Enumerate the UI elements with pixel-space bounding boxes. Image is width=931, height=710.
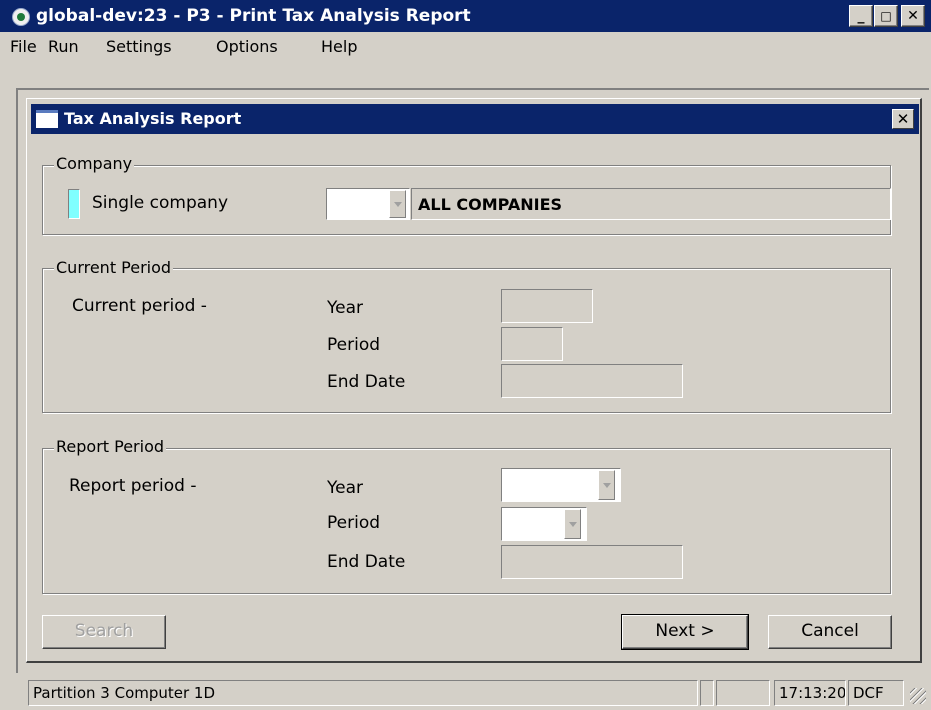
minimize-button[interactable]: _ <box>849 5 873 27</box>
status-panel-empty-2 <box>716 680 770 706</box>
menu-options[interactable]: Options <box>216 37 278 56</box>
report-end-date-label: End Date <box>327 552 406 572</box>
menu-run[interactable]: Run <box>48 37 79 56</box>
report-period-label: Report period - <box>69 476 197 496</box>
status-extra: DCF <box>848 680 904 706</box>
dialog-title: Tax Analysis Report <box>64 109 242 128</box>
maximize-button[interactable]: □ <box>874 5 898 27</box>
report-end-date-field <box>501 545 683 579</box>
status-panel-empty-1 <box>700 680 714 706</box>
current-period-field-label: Period <box>327 335 381 355</box>
report-period-combo[interactable] <box>501 507 587 541</box>
app-icon[interactable] <box>12 8 30 26</box>
dialog-close-button[interactable]: ✕ <box>892 109 914 129</box>
company-code-combo[interactable] <box>326 188 410 220</box>
menu-bar: File Run Settings Options Help <box>0 32 931 62</box>
current-year-label: Year <box>327 298 363 318</box>
single-company-checkbox[interactable] <box>68 189 80 219</box>
current-period-groupbox <box>42 268 891 413</box>
current-end-date-label: End Date <box>327 372 406 392</box>
status-time: 17:13:20 <box>774 680 846 706</box>
report-period-legend: Report Period <box>54 437 167 456</box>
current-period-field <box>501 327 563 361</box>
company-legend: Company <box>54 154 135 173</box>
report-period-field-label: Period <box>327 513 381 533</box>
report-period-dropdown-icon[interactable] <box>564 509 581 539</box>
single-company-label: Single company <box>92 193 229 213</box>
company-code-dropdown-icon[interactable] <box>389 190 406 218</box>
current-year-field <box>501 289 593 323</box>
window-titlebar: global-dev:23 - P3 - Print Tax Analysis … <box>0 0 931 32</box>
document-icon <box>36 110 58 128</box>
menu-settings[interactable]: Settings <box>106 37 172 56</box>
close-button[interactable]: ✕ <box>901 5 925 27</box>
next-button[interactable]: Next > <box>621 614 749 650</box>
report-year-dropdown-icon[interactable] <box>598 470 615 500</box>
company-name-field: ALL COMPANIES <box>411 188 891 220</box>
current-period-label: Current period - <box>72 296 207 316</box>
current-period-legend: Current Period <box>54 258 174 277</box>
search-button[interactable]: Search <box>42 615 166 649</box>
company-name-value: ALL COMPANIES <box>418 195 563 214</box>
cancel-button[interactable]: Cancel <box>768 615 892 649</box>
menu-help[interactable]: Help <box>321 37 357 56</box>
window-title: global-dev:23 - P3 - Print Tax Analysis … <box>36 6 471 26</box>
report-period-groupbox <box>42 448 891 594</box>
menu-file[interactable]: File <box>10 37 37 56</box>
status-partition: Partition 3 Computer 1D <box>28 680 698 706</box>
report-year-combo[interactable] <box>501 468 621 502</box>
report-year-label: Year <box>327 478 363 498</box>
current-end-date-field <box>501 364 683 398</box>
resize-grip-icon[interactable] <box>910 688 926 704</box>
